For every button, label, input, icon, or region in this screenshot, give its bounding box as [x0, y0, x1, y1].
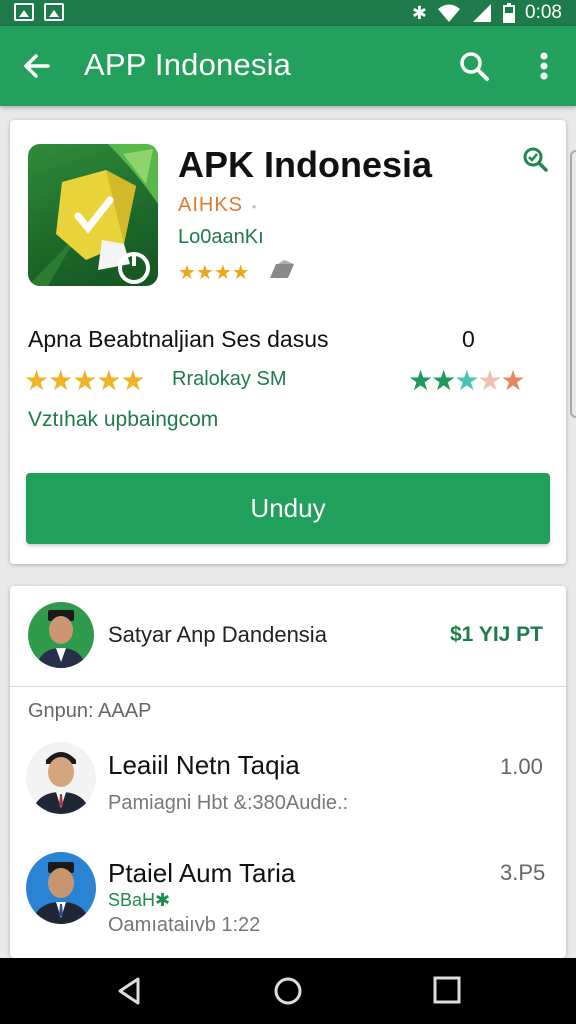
star-1: ★: [408, 365, 433, 396]
rating-stars-right: ★★★★★: [408, 364, 526, 397]
app-website-link[interactable]: Vztıhak upbaingcom: [28, 408, 218, 432]
person-avatar-icon: [26, 742, 96, 814]
navigation-bar: [0, 958, 576, 1024]
clock: 0:08: [525, 2, 562, 23]
app-name: APK Indonesia: [178, 144, 433, 185]
app-description: Apna Beabtnaljian Ses dasus: [28, 326, 329, 352]
small-rating-stars: ★★★★: [178, 262, 250, 284]
developer-card: Satyar Anp Dandensia $1 YIJ PT Gnpun: AA…: [10, 586, 566, 958]
list-item-subtitle: Oamıataiıvb 1:22: [108, 914, 261, 936]
list-item-subtitle: Pamiagni Hbt &:380Audie.:: [108, 792, 349, 814]
signal-icon: [473, 4, 492, 22]
status-notifications: [14, 3, 64, 21]
person-avatar-icon: [26, 852, 96, 924]
nav-home-icon[interactable]: [272, 975, 304, 1007]
developer-avatar[interactable]: [28, 602, 94, 668]
developer-badge: •: [252, 200, 257, 214]
developer-name[interactable]: AIHKS: [178, 194, 243, 217]
list-item-number: 1.00: [500, 754, 543, 779]
content-rating-icon: [270, 260, 294, 278]
star-4: ★: [477, 365, 502, 396]
app-icon: [28, 144, 158, 286]
install-button-label: Unduy: [250, 493, 326, 523]
app-bar: APP Indonesia: [0, 26, 576, 106]
developer-price: $1 YIJ PT: [450, 623, 544, 646]
divider: [10, 686, 566, 687]
nav-back-icon[interactable]: [114, 975, 146, 1007]
star-2: ★: [431, 365, 456, 396]
bluetooth-icon: ✱: [411, 3, 428, 23]
arrow-back-icon[interactable]: [18, 46, 58, 86]
app-logo-icon: [28, 144, 158, 286]
app-category: Lo0aanKı: [178, 226, 264, 248]
gallery-notification-icon: [44, 3, 64, 21]
developer-title[interactable]: Satyar Anp Dandensia: [108, 622, 327, 648]
star-3: ★: [454, 365, 479, 396]
status-indicators: ✱ 0:08: [412, 2, 562, 24]
refresh-search-icon[interactable]: [520, 144, 550, 174]
rating-stars-left: ★★★★★: [24, 365, 146, 396]
star-5: ★: [500, 365, 525, 396]
list-item-tag: SBaH✱: [108, 890, 171, 910]
more-vert-icon[interactable]: [526, 46, 562, 86]
list-item-number: 3.P5: [500, 860, 546, 885]
search-icon[interactable]: [454, 46, 494, 86]
app-bar-title: APP Indonesia: [84, 47, 292, 82]
wifi-icon: [438, 4, 461, 22]
install-button[interactable]: Unduy: [26, 473, 550, 544]
person-avatar-icon: [28, 602, 94, 668]
section-label: Gnpun: AAAP: [28, 700, 152, 722]
battery-icon: [503, 3, 516, 23]
nav-recent-icon[interactable]: [432, 975, 462, 1005]
rating-label: Rralokay SM: [172, 368, 287, 390]
status-bar: ✱ 0:08: [0, 0, 576, 26]
app-detail-card: APK Indonesia AIHKS • Lo0aanKı ★★★★ Apna…: [10, 120, 566, 564]
review-count: 0: [462, 326, 475, 352]
list-item-avatar[interactable]: [26, 852, 96, 924]
image-notification-icon: [14, 3, 34, 21]
list-item-avatar[interactable]: [26, 742, 96, 814]
list-item-title[interactable]: Leaiil Netn Taqia: [108, 750, 300, 781]
scroll-indicator: [570, 150, 576, 418]
list-item-title[interactable]: Ptaiel Aum Taria: [108, 858, 295, 889]
